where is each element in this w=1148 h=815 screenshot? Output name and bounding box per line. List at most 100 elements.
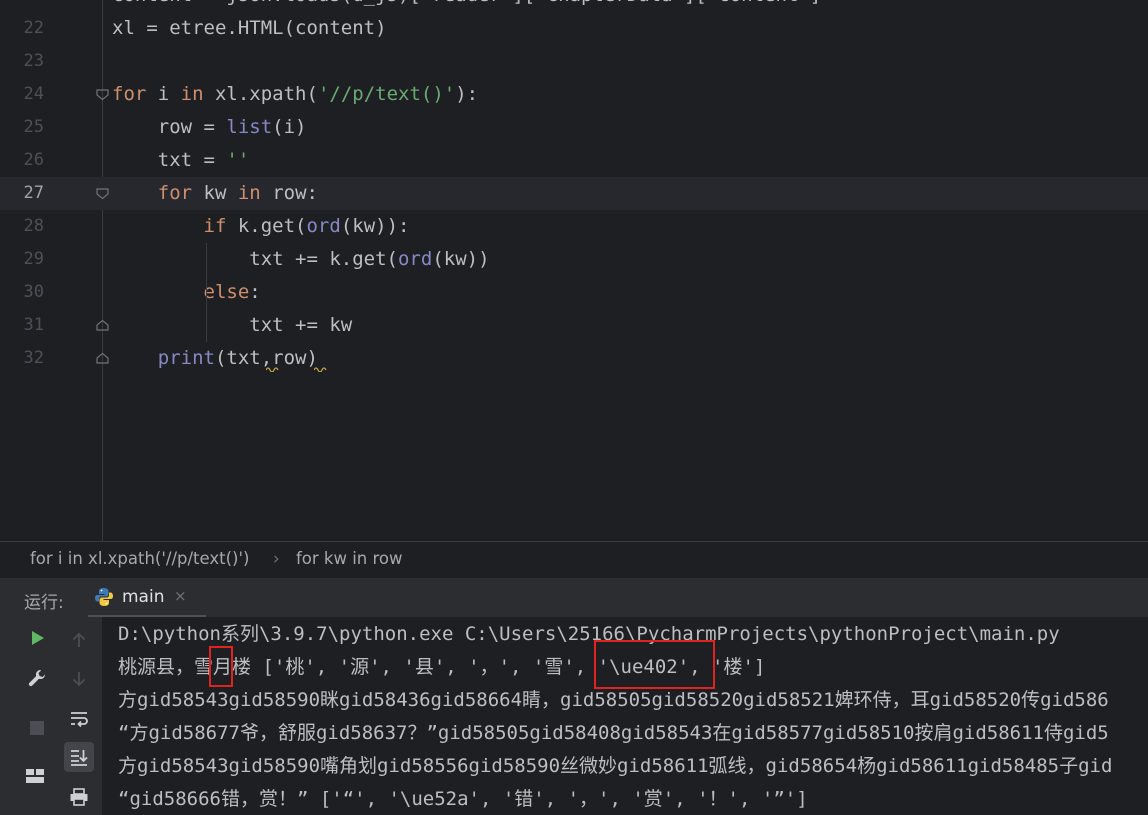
code-token: k.get( bbox=[226, 215, 307, 237]
run-toolbar bbox=[0, 617, 102, 815]
fold-close-icon[interactable] bbox=[96, 319, 109, 332]
line-number: 28 bbox=[23, 216, 44, 236]
line-number: 27 bbox=[23, 183, 44, 203]
code-text: txt += kw bbox=[112, 309, 352, 342]
breadcrumb: for i in xl.xpath('//p/text()') › for kw… bbox=[0, 541, 1148, 577]
line-number: 24 bbox=[23, 84, 44, 104]
console-line: “gid58666错，赏！” ['“', '\ue52a', '错', '，',… bbox=[118, 788, 808, 810]
code-token: txt += kw bbox=[112, 314, 353, 336]
code-line[interactable]: 27 for kw in row: bbox=[0, 177, 1148, 210]
code-token: row: bbox=[260, 182, 318, 204]
code-token: xl = etree.HTML(content) bbox=[112, 17, 387, 39]
fold-close-icon[interactable] bbox=[96, 352, 109, 365]
code-token: kw bbox=[192, 182, 238, 204]
code-token: ord bbox=[397, 248, 433, 270]
breadcrumb-item-for-kw[interactable]: for kw in row bbox=[296, 549, 403, 568]
code-line[interactable]: 30 else: bbox=[0, 276, 1148, 309]
code-line[interactable]: 21 content = json.loads(d_js)['reader']['… bbox=[0, 0, 1148, 12]
line-number: 31 bbox=[23, 315, 44, 335]
code-token: list bbox=[226, 116, 273, 138]
arrow-down-icon bbox=[72, 672, 86, 687]
indent-guide bbox=[206, 309, 207, 342]
code-text: else: bbox=[112, 276, 261, 309]
code-token: '' bbox=[226, 149, 250, 171]
code-line[interactable]: 29 txt += k.get(ord(kw)) bbox=[0, 243, 1148, 276]
code-text: for kw in row: bbox=[112, 177, 318, 210]
settings-button[interactable] bbox=[22, 663, 52, 693]
line-number: 29 bbox=[23, 249, 44, 269]
layout-icon bbox=[26, 769, 44, 783]
run-tab-title: main bbox=[122, 587, 165, 607]
play-icon bbox=[32, 631, 44, 645]
close-icon[interactable]: × bbox=[174, 587, 187, 605]
fold-open-icon[interactable] bbox=[96, 88, 109, 101]
code-text: row = list(i) bbox=[112, 111, 307, 144]
console-line: “方gid58677爷，舒服gid58637？”gid58505gid58408… bbox=[118, 722, 1109, 744]
code-token: (kw)): bbox=[340, 215, 410, 237]
code-line[interactable]: 25 row = list(i) bbox=[0, 111, 1148, 144]
line-number: 22 bbox=[23, 18, 44, 38]
code-line[interactable]: 23 bbox=[0, 45, 1148, 78]
code-line[interactable]: 24 for i in xl.xpath('//p/text()'): bbox=[0, 78, 1148, 111]
arrow-up-icon bbox=[72, 632, 86, 647]
code-token: (kw)) bbox=[432, 248, 490, 270]
line-number: 32 bbox=[23, 348, 44, 368]
scroll-up-button[interactable] bbox=[64, 625, 94, 655]
code-token: ord bbox=[306, 215, 341, 237]
line-number: 23 bbox=[23, 51, 44, 71]
breadcrumb-separator: › bbox=[273, 549, 280, 568]
code-token: ): bbox=[455, 83, 479, 105]
code-text: content = json.loads(d_js)['reader']['ch… bbox=[112, 0, 821, 12]
indent-guide bbox=[206, 243, 207, 309]
scroll-to-end-button[interactable] bbox=[64, 742, 94, 772]
wrench-icon bbox=[28, 669, 46, 687]
code-token: content = json.loads(d_js)['reader']['ch… bbox=[112, 0, 821, 6]
wrap-icon bbox=[71, 712, 88, 728]
warning-squiggle bbox=[314, 367, 327, 372]
run-tool-window-header: 运行: main × bbox=[0, 577, 1148, 618]
rerun-button[interactable] bbox=[22, 623, 52, 653]
code-token: else bbox=[203, 281, 250, 303]
code-line[interactable]: 28 if k.get(ord(kw)): bbox=[0, 210, 1148, 243]
code-token: (i) bbox=[272, 116, 307, 138]
printer-icon bbox=[70, 788, 88, 806]
code-line[interactable]: 22 xl = etree.HTML(content) bbox=[0, 12, 1148, 45]
code-line[interactable]: 32 print(txt,row) bbox=[0, 342, 1148, 375]
code-token: : bbox=[249, 281, 261, 303]
code-line[interactable]: 31 txt += kw bbox=[0, 309, 1148, 342]
stop-button[interactable] bbox=[22, 713, 52, 743]
code-line[interactable]: 26 txt = '' bbox=[0, 144, 1148, 177]
highlight-box-private-code bbox=[594, 640, 715, 689]
line-number: 21 bbox=[0, 0, 44, 12]
code-token: for bbox=[157, 182, 193, 204]
warning-squiggle bbox=[266, 367, 279, 372]
code-text: if k.get(ord(kw)): bbox=[112, 210, 410, 243]
line-number: 25 bbox=[23, 117, 44, 137]
layout-button[interactable] bbox=[20, 761, 50, 791]
console-line: 方gid58543gid58590嘴角划gid58556gid58590丝微妙g… bbox=[118, 755, 1113, 777]
python-icon bbox=[95, 588, 113, 606]
print-button[interactable] bbox=[64, 782, 94, 812]
line-number: 30 bbox=[23, 282, 44, 302]
scroll-down-button[interactable] bbox=[64, 664, 94, 694]
code-editor[interactable]: 21 content = json.loads(d_js)['reader']['… bbox=[0, 0, 1148, 541]
run-tab-main[interactable]: main × bbox=[88, 578, 206, 618]
code-text: txt += k.get(ord(kw)) bbox=[112, 243, 490, 276]
highlight-box-missing-char bbox=[209, 646, 233, 687]
fold-open-icon[interactable] bbox=[96, 187, 109, 200]
code-token: row = bbox=[112, 116, 227, 138]
code-text: txt = '' bbox=[112, 144, 250, 177]
code-token: for bbox=[112, 83, 147, 105]
breadcrumb-item-for-i[interactable]: for i in xl.xpath('//p/text()') bbox=[30, 549, 249, 568]
code-token: '//p/text()' bbox=[317, 83, 456, 105]
run-console-output[interactable]: D:\python系列\3.9.7\python.exe C:\Users\25… bbox=[102, 617, 1148, 815]
code-token: if bbox=[203, 215, 227, 237]
run-label: 运行: bbox=[24, 593, 64, 613]
line-number: 26 bbox=[23, 150, 44, 170]
soft-wrap-button[interactable] bbox=[64, 704, 94, 734]
console-line: D:\python系列\3.9.7\python.exe C:\Users\25… bbox=[118, 623, 1060, 645]
code-token: print bbox=[157, 347, 215, 369]
